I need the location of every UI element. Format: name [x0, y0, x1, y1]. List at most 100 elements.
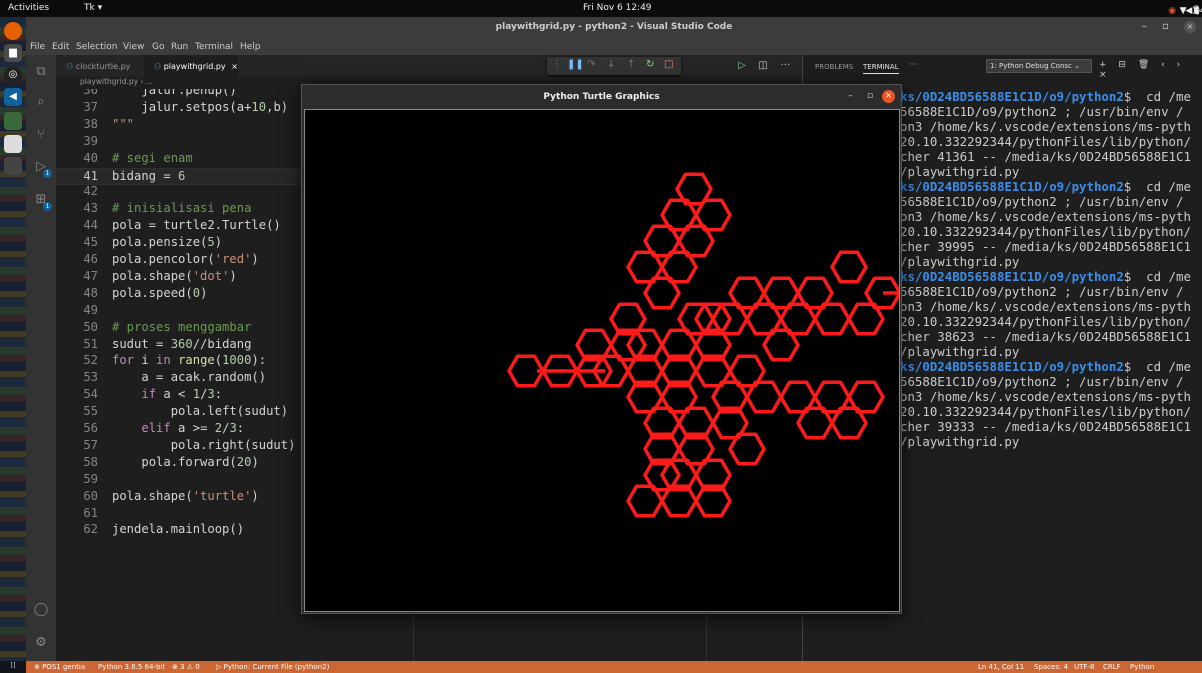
maximize-icon[interactable]: ▫: [867, 91, 873, 101]
menu-file[interactable]: File: [30, 42, 45, 52]
terminal-command: $ cd /me: [1123, 359, 1191, 374]
activities-button[interactable]: Activities: [8, 3, 49, 13]
line-text[interactable]: pola = turtle2.Turtle(): [112, 218, 281, 232]
show-applications-icon[interactable]: ⁞⁞: [0, 661, 26, 673]
pause-icon[interactable]: ❚❚: [567, 59, 584, 70]
line-text[interactable]: """: [112, 117, 134, 131]
status-bar: ⊗ POS1 gentia Python 3.8.5 64-bit ⊗ 3 ⚠ …: [26, 661, 1202, 673]
files-icon[interactable]: ▆: [4, 44, 22, 62]
status-eol[interactable]: CRLF: [1103, 663, 1121, 671]
status-python-interpreter[interactable]: Python 3.8.5 64-bit: [98, 663, 165, 671]
line-number: 58: [83, 454, 98, 469]
terminal-line: ks/0D24BD56588E1C1D/o9/python2$ cd /me: [900, 89, 1191, 104]
breadcrumb-path[interactable]: playwithgrid.py › ...: [80, 77, 153, 86]
menu-run[interactable]: Run: [171, 42, 188, 52]
restart-icon[interactable]: ↻: [646, 59, 654, 70]
menu-go[interactable]: Go: [152, 42, 164, 52]
status-encoding[interactable]: UTF-8: [1074, 663, 1094, 671]
panel-more-icon[interactable]: ···: [909, 60, 918, 70]
line-text[interactable]: jalur.penup(): [112, 89, 236, 97]
chevron-up-icon[interactable]: ‹: [1161, 60, 1165, 70]
run-file-icon[interactable]: ▷: [738, 60, 746, 71]
turtle-window-title-bar[interactable]: Python Turtle Graphics – ▫ ×: [302, 85, 901, 109]
terminal-command: $ cd /me: [1123, 269, 1191, 284]
step-into-icon[interactable]: ↓: [607, 59, 615, 70]
line-text[interactable]: jendela.mainloop(): [112, 522, 244, 536]
line-text[interactable]: pola.shape('dot'): [112, 269, 237, 283]
line-text[interactable]: pola.right(sudut): [112, 438, 296, 452]
line-text[interactable]: a = acak.random(): [112, 370, 266, 384]
menu-help[interactable]: Help: [240, 42, 261, 52]
status-debug-config[interactable]: ▷ Python: Current File (python2): [216, 663, 329, 671]
clock[interactable]: Fri Nov 6 12:49: [583, 3, 652, 13]
line-text[interactable]: elif a >= 2/3:: [112, 421, 244, 435]
kill-terminal-icon[interactable]: 🗑: [1138, 60, 1149, 70]
line-text[interactable]: pola.pensize(5): [112, 235, 222, 249]
stop-icon[interactable]: □: [664, 59, 673, 70]
step-out-icon[interactable]: ↑: [627, 59, 635, 70]
terminal-select[interactable]: 1: Python Debug Consc ⌄: [986, 59, 1092, 73]
line-text[interactable]: pola.shape('turtle'): [112, 489, 259, 503]
chevron-down-icon: ▾: [1194, 6, 1199, 16]
line-text[interactable]: jalur.setpos(a+10,b): [112, 100, 288, 114]
status-problems[interactable]: ⊗ 3 ⚠ 0: [172, 663, 200, 671]
status-remote[interactable]: ⊗ POS1 gentia: [34, 663, 85, 671]
menu-view[interactable]: View: [123, 42, 144, 52]
explorer-icon[interactable]: ⧉: [33, 64, 49, 80]
line-text[interactable]: bidang = 6: [112, 169, 185, 183]
hexagon-path: [762, 276, 800, 310]
app-menu[interactable]: Tk ▾: [84, 3, 102, 13]
status-language[interactable]: Python: [1130, 663, 1154, 671]
status-indentation[interactable]: Spaces: 4: [1034, 663, 1068, 671]
drag-handle-icon[interactable]: ⋮: [552, 59, 562, 70]
minimize-icon[interactable]: –: [848, 91, 853, 101]
search-icon[interactable]: ⌕: [33, 94, 49, 110]
line-number: 45: [83, 235, 98, 250]
maximize-icon[interactable]: ▫: [1162, 21, 1169, 32]
app-icon[interactable]: [4, 157, 22, 175]
turtle-graphics-window[interactable]: Python Turtle Graphics – ▫ ×: [301, 84, 902, 614]
tab-clockturtle[interactable]: ⚇ clockturtle.py: [56, 55, 144, 77]
tab-problems[interactable]: PROBLEMS: [815, 63, 853, 71]
line-text[interactable]: # inisialisasi pena: [112, 201, 251, 215]
menu-edit[interactable]: Edit: [52, 42, 69, 52]
tab-playwithgrid[interactable]: ⚇ playwithgrid.py ×: [144, 55, 238, 77]
camera-icon[interactable]: ◎: [4, 66, 22, 84]
line-text[interactable]: pola.left(sudut): [112, 404, 288, 418]
more-actions-icon[interactable]: ···: [781, 60, 791, 71]
firefox-icon[interactable]: [4, 22, 22, 40]
menu-terminal[interactable]: Terminal: [195, 42, 233, 52]
split-editor-icon[interactable]: ◫: [758, 60, 767, 71]
app-icon[interactable]: [4, 112, 22, 130]
system-tray[interactable]: ◉ ▼ ◀) 🎙 ▮ 84 % ▾: [1168, 3, 1202, 16]
source-control-icon[interactable]: ⑂: [33, 127, 49, 143]
tab-terminal[interactable]: TERMINAL: [863, 63, 899, 74]
turtle-canvas[interactable]: [304, 109, 902, 612]
account-icon[interactable]: ◯: [33, 602, 49, 618]
line-text[interactable]: sudut = 360//bidang: [112, 337, 251, 351]
terminal-line: cher 39995 -- /media/ks/0D24BD56588E1C1: [900, 239, 1191, 254]
menu-selection[interactable]: Selection: [76, 42, 117, 52]
line-text[interactable]: # segi enam: [112, 151, 193, 165]
line-text[interactable]: # proses menggambar: [112, 320, 251, 334]
terminal-prompt: ks/0D24BD56588E1C1D/o9/python2: [900, 89, 1124, 104]
line-text[interactable]: pola.speed(0): [112, 286, 207, 300]
status-cursor-position[interactable]: Ln 41, Col 11: [978, 663, 1024, 671]
line-text[interactable]: if a < 1/3:: [112, 387, 222, 401]
line-text[interactable]: pola.forward(20): [112, 455, 258, 469]
app-icon[interactable]: [4, 135, 22, 153]
settings-gear-icon[interactable]: ⚙: [33, 635, 49, 651]
new-terminal-icon[interactable]: +: [1099, 60, 1107, 70]
split-terminal-icon[interactable]: ⊟: [1118, 60, 1126, 70]
terminal-prompt: ks/0D24BD56588E1C1D/o9/python2: [900, 179, 1124, 194]
vscode-icon[interactable]: ◀: [4, 88, 22, 106]
line-text[interactable]: for i in range(1000):: [112, 353, 266, 367]
close-icon[interactable]: ×: [882, 90, 895, 103]
chevron-right-icon[interactable]: ›: [1177, 60, 1181, 70]
close-icon[interactable]: ×: [231, 62, 238, 71]
editor-tabs: ⚇ clockturtle.py ⚇ playwithgrid.py ×: [56, 55, 802, 77]
minimize-icon[interactable]: –: [1142, 21, 1147, 32]
step-over-icon[interactable]: ↷: [587, 59, 595, 70]
line-text[interactable]: pola.pencolor('red'): [112, 252, 259, 266]
close-icon[interactable]: ×: [1184, 21, 1196, 33]
